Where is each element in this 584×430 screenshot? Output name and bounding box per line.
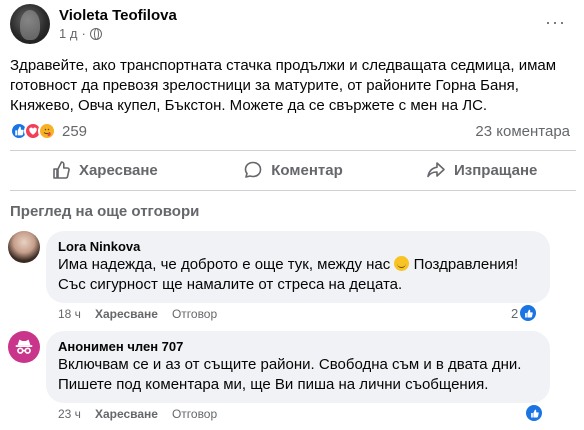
comment-bubble: Анонимен член 707 Включвам се и аз от съ… [46,331,550,403]
incognito-icon [15,339,33,354]
like-label: Харесване [78,161,158,179]
post-meta: 1 д · [59,26,177,42]
comment-button[interactable]: Коментар [199,152,388,188]
comment-item: Lora Ninkova Има надежда, че доброто е о… [8,231,550,303]
smile-emoji-icon [394,256,410,271]
like-button[interactable]: Харесване [10,152,199,188]
post-actions: Харесване Коментар Изпращане [10,152,576,188]
commenter-avatar[interactable] [8,231,40,263]
author-name[interactable]: Violeta Teofilova [59,6,177,25]
comment-like-count[interactable] [526,405,542,421]
share-label: Изпращане [453,161,538,179]
comment-reply-button[interactable]: Отговор [172,307,217,321]
author-avatar[interactable] [10,4,50,44]
more-options-button[interactable]: ··· [545,12,566,33]
comment-reply-button[interactable]: Отговор [172,407,217,421]
post-time[interactable]: 1 д [59,26,77,42]
comment-text: Включвам се и аз от същите райони. Свобо… [58,356,522,393]
comment-count[interactable]: 23 коментара [475,123,570,140]
comment-text: Има надежда, че доброто е още тук, между… [58,256,519,293]
commenter-name[interactable]: Анонимен член 707 [58,338,538,355]
comment-label: Коментар [271,161,343,179]
like-reaction-icon [520,305,537,321]
post-header: Violeta Teofilova 1 д · [10,4,177,44]
thumbs-up-icon [53,161,70,179]
comment-actions: 23 ч Харесване Отговор [58,407,217,421]
like-count: 2 [511,305,519,321]
divider [10,190,576,191]
share-arrow-icon [427,162,445,178]
divider [10,150,576,151]
comment-actions: 18 ч Харесване Отговор [58,307,217,321]
comment-like-button[interactable]: Харесване [95,407,158,421]
reaction-icons[interactable] [10,122,56,140]
view-more-replies-link[interactable]: Преглед на още отговори [10,203,199,220]
comment-item: Анонимен член 707 Включвам се и аз от съ… [8,331,550,403]
reactions-row: 259 23 коментара [10,120,576,142]
comment-bubble-icon [244,161,262,178]
commenter-name[interactable]: Lora Ninkova [58,238,538,255]
comment-like-button[interactable]: Харесване [95,307,158,321]
globe-icon [89,28,102,40]
like-reaction-icon [526,405,542,421]
author-block: Violeta Teofilova 1 д · [59,6,177,42]
post-text: Здравейте, ако транспортната стачка прод… [10,57,557,114]
comment-like-count[interactable]: 2 [511,305,537,321]
comment-time[interactable]: 23 ч [58,407,81,421]
comment-time[interactable]: 18 ч [58,307,81,321]
comment-bubble: Lora Ninkova Има надежда, че доброто е о… [46,231,550,303]
care-reaction-icon [38,122,56,140]
share-button[interactable]: Изпращане [387,152,576,188]
reaction-count[interactable]: 259 [62,123,87,140]
anonymous-avatar[interactable] [8,331,40,363]
